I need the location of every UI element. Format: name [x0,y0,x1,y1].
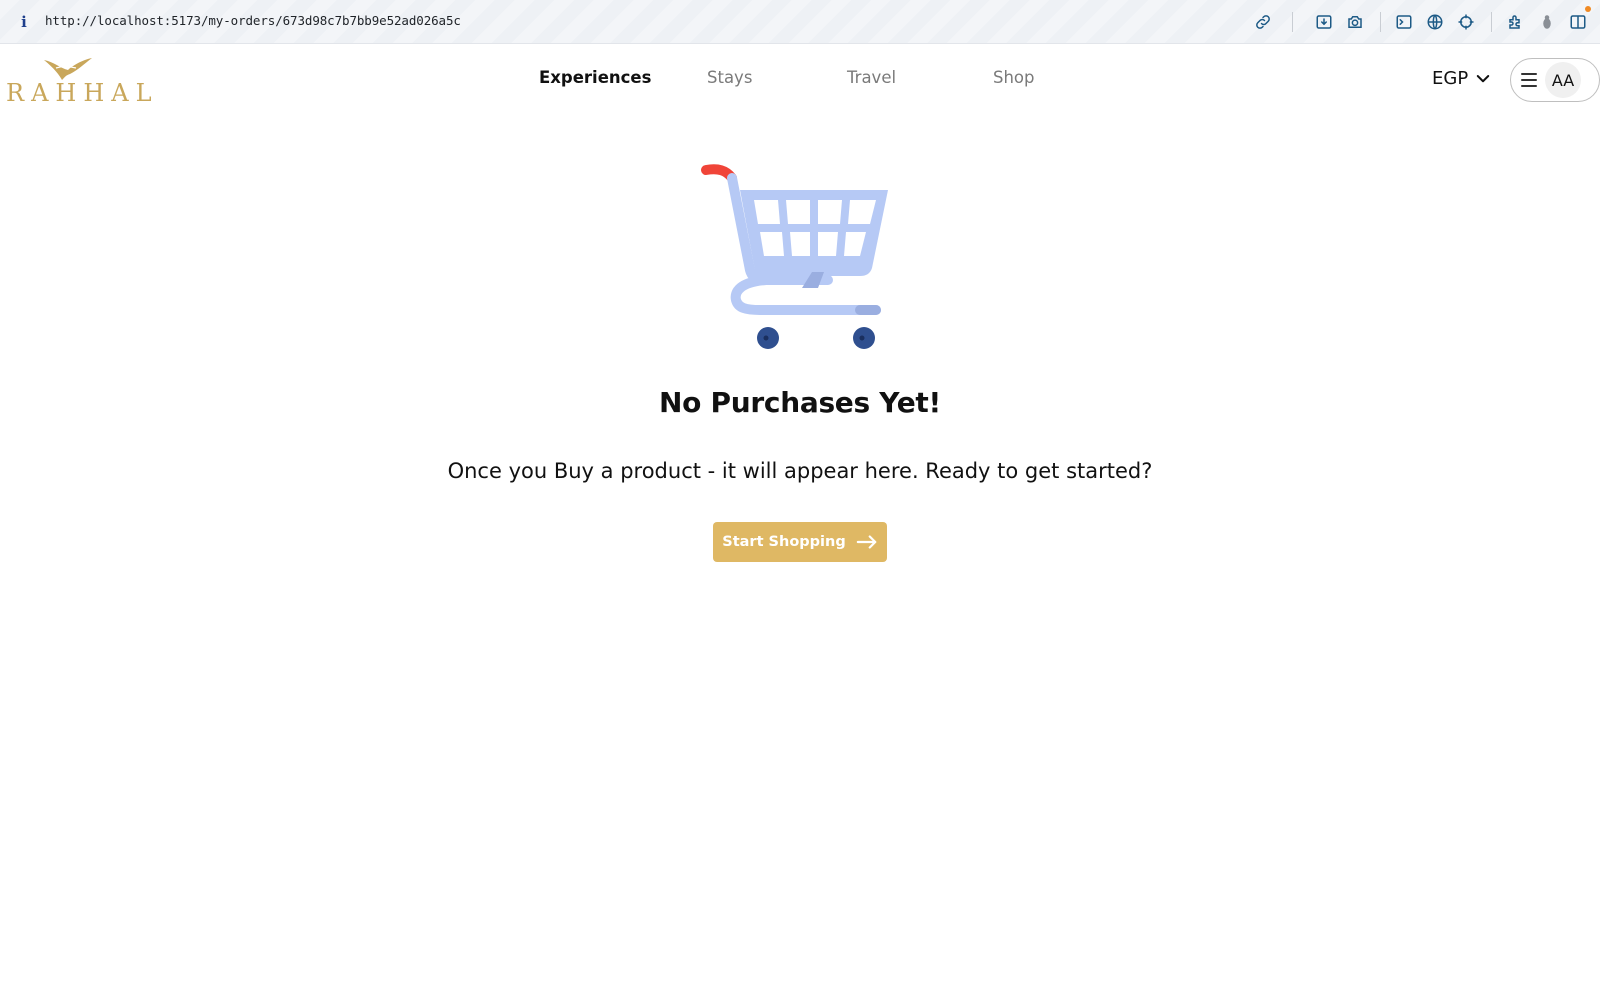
shopping-cart-icon [701,164,888,349]
link-icon[interactable] [1252,11,1274,33]
start-shopping-button[interactable]: Start Shopping [713,522,887,562]
user-menu-button[interactable]: AA [1510,58,1600,102]
logo-wordmark: RAHHAL [6,79,159,107]
empty-state-title: No Purchases Yet! [659,386,941,419]
arrow-right-icon [856,535,877,549]
avatar: AA [1545,62,1581,98]
toolbar-divider [1491,12,1492,32]
camera-icon[interactable] [1344,11,1366,33]
nav-shop[interactable]: Shop [993,68,1035,87]
toolbar-divider [1380,12,1381,32]
bug-icon[interactable] [1536,11,1558,33]
nav-experiences[interactable]: Experiences [539,68,651,87]
nav-travel[interactable]: Travel [847,68,896,87]
crosshair-icon[interactable] [1455,11,1477,33]
toolbar-divider [1292,12,1293,32]
site-info-icon[interactable]: i [18,12,30,32]
rahhal-logo[interactable]: RAHHAL [6,56,152,107]
notification-dot [1585,6,1591,12]
sidebar-icon[interactable] [1567,11,1589,33]
url-text[interactable]: http://localhost:5173/my-orders/673d98c7… [45,13,461,28]
chevron-down-icon [1476,74,1490,82]
empty-state-message: Once you Buy a product - it will appear … [447,459,1153,483]
download-icon[interactable] [1313,11,1335,33]
nav-stays[interactable]: Stays [707,68,752,87]
currency-label: EGP [1432,68,1469,89]
hamburger-menu-icon [1521,73,1537,87]
terminal-icon[interactable] [1393,11,1415,33]
extensions-icon[interactable] [1505,11,1527,33]
currency-selector[interactable]: EGP [1432,68,1492,89]
globe-icon[interactable] [1424,11,1446,33]
start-shopping-label: Start Shopping [722,534,846,550]
browser-address-bar: i http://localhost:5173/my-orders/673d98… [0,0,1600,44]
